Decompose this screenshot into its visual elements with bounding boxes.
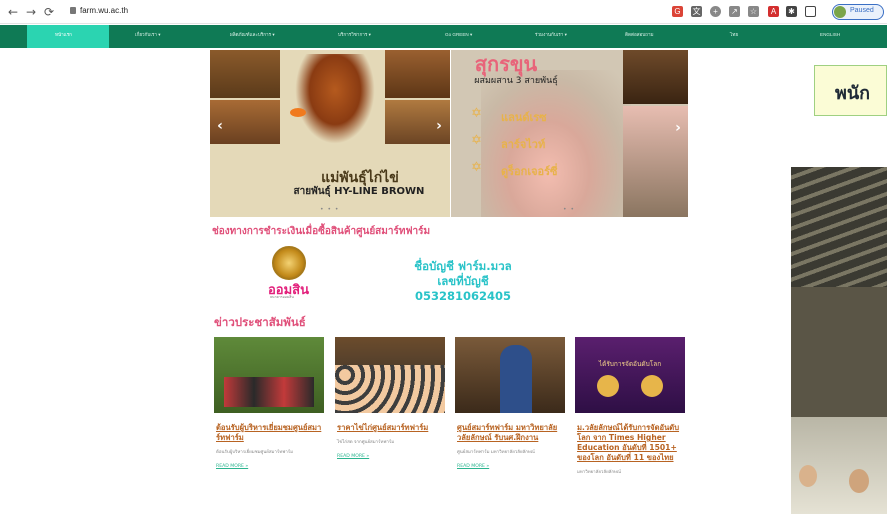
slide-subtitle: สายพันธุ์ HY-LINE BROWN	[293, 186, 425, 197]
menu-item-thai[interactable]: ไทย	[730, 32, 738, 39]
profile-button[interactable]: Paused	[832, 4, 884, 20]
news-desc: ศูนย์สมาร์ทฟาร์ม มหาวิทยาลัยวลัยลักษณ์	[457, 450, 535, 455]
reload-icon[interactable]: ⟳	[42, 5, 56, 19]
slider-pigs: สุกรขุน ผสมผสาน 3 สายพันธุ์ แลนด์เรซ ลาร…	[451, 50, 688, 217]
menu-item-gogreen[interactable]: Go GREEN ▾	[445, 32, 472, 38]
news-image[interactable]	[335, 337, 445, 413]
side-heading: พนัก	[835, 83, 871, 104]
news-heading: ข่าวประชาสัมพันธ์	[214, 315, 306, 329]
forward-arrow-icon[interactable]: →	[24, 5, 38, 19]
read-more-link[interactable]: READ MORE »	[214, 464, 324, 469]
pig-photo	[623, 50, 688, 104]
menu-item-products[interactable]: ผลิตภัณฑ์และบริการ ▾	[230, 32, 275, 39]
extensions-icon[interactable]: ✱	[786, 6, 797, 17]
account-name: ชื่อบัญชี ฟาร์ม.มวล	[414, 259, 512, 273]
people-group	[224, 377, 314, 407]
news-title[interactable]: ต้อนรับผู้บริหารเยี่ยมชมศูนย์สมาร์ทฟาร์ม	[214, 423, 324, 443]
side-panel-icon[interactable]	[805, 6, 816, 17]
breed-label: แลนด์เรซ	[501, 111, 547, 124]
slider-dots[interactable]: • •	[563, 206, 575, 213]
zoom-icon[interactable]: +	[710, 6, 721, 17]
news-card[interactable]: ต้อนรับผู้บริหารเยี่ยมชมศูนย์สมาร์ทฟาร์ม…	[214, 337, 324, 469]
profile-status: Paused	[850, 7, 874, 14]
person-head	[799, 465, 817, 487]
slider-dots[interactable]: • • •	[320, 206, 339, 213]
news-card[interactable]: ราคาไข่ไก่ศูนย์สมาร์ทฟาร์ม ไข่ไก่สด จากศ…	[335, 337, 445, 459]
egg-trays	[335, 365, 445, 413]
pdf-extension-icon[interactable]: A	[768, 6, 779, 17]
slider-next-button[interactable]: ›	[671, 120, 685, 136]
news-desc: ไข่ไก่สด จากศูนย์สมาร์ทฟาร์ม	[337, 440, 395, 445]
slider-next-button[interactable]: ›	[432, 118, 446, 134]
banner-text: ได้รับการจัดอันดับโลก	[598, 360, 662, 368]
egg-image	[290, 108, 306, 117]
breed-label: ดูร็อกเจอร์ซี่	[501, 165, 558, 178]
read-more-link[interactable]: READ MORE »	[335, 454, 445, 459]
menu-item-about[interactable]: เกี่ยวกับเรา ▾	[135, 32, 161, 39]
address-bar[interactable]: farm.wu.ac.th	[80, 6, 128, 15]
news-card[interactable]: ได้รับการจัดอันดับโลก ม.วลัยลักษณ์ได้รับ…	[575, 337, 685, 476]
hen-photo	[210, 50, 280, 98]
news-image[interactable]: ได้รับการจัดอันดับโลก	[575, 337, 685, 413]
share-icon[interactable]: ↗	[729, 6, 740, 17]
slider-prev-button[interactable]: ‹	[213, 118, 227, 134]
star-icon: ✡	[471, 106, 482, 121]
menu-item-careers[interactable]: ร่วมงานกับเรา ▾	[535, 32, 567, 39]
avatar	[834, 6, 846, 18]
star-icon: ✡	[471, 160, 482, 175]
menu-item-contact[interactable]: ติดต่อสอบถาม	[625, 32, 654, 39]
person-head	[849, 469, 869, 493]
roof-structure	[791, 167, 887, 287]
browser-toolbar: ← → ⟳ farm.wu.ac.th G 文 + ↗ ☆ A ✱ Paused	[0, 0, 887, 24]
slide-subtitle: ผสมผสาน 3 สายพันธุ์	[474, 76, 558, 86]
news-title[interactable]: ม.วลัยลักษณ์ได้รับการจัดอันดับโลก จาก Ti…	[575, 423, 685, 463]
worker-figure	[500, 345, 532, 413]
account-number: เลขที่บัญชี 053281062405	[414, 274, 512, 303]
hen-photo	[385, 50, 450, 98]
account-info: ชื่อบัญชี ฟาร์ม.มวล เลขที่บัญชี 05328106…	[388, 259, 538, 304]
news-title[interactable]: ราคาไข่ไก่ศูนย์สมาร์ทฟาร์ม	[335, 423, 445, 433]
side-photo	[791, 167, 887, 514]
news-desc: ต้อนรับผู้บริหารเยี่ยมชมศูนย์สมาร์ทฟาร์ม	[216, 450, 293, 455]
gsb-logo	[272, 246, 306, 280]
hen-photo	[295, 54, 375, 144]
translate-icon[interactable]: 文	[691, 6, 702, 17]
menu-item-services[interactable]: บริการวิชาการ ▾	[338, 32, 371, 39]
bank-subname: ธนาคารออมสิน	[270, 295, 294, 299]
news-image[interactable]	[214, 337, 324, 413]
news-image[interactable]	[455, 337, 565, 413]
lock-icon[interactable]	[70, 7, 76, 14]
slider-hens: ‹ › แม่พันธุ์ไก่ไข่ สายพันธุ์ HY-LINE BR…	[210, 50, 450, 217]
news-desc: มหาวิทยาลัยวลัยลักษณ์	[577, 470, 621, 475]
breed-label: ลาร์จไวท์	[501, 138, 546, 151]
news-card[interactable]: ศูนย์สมาร์ทฟาร์ม มหาวิทยาลัยวลัยลักษณ์ ร…	[455, 337, 565, 469]
back-arrow-icon[interactable]: ←	[6, 5, 20, 19]
rank-badge	[641, 375, 663, 397]
read-more-link[interactable]: READ MORE »	[455, 464, 565, 469]
rank-badge	[597, 375, 619, 397]
news-title[interactable]: ศูนย์สมาร์ทฟาร์ม มหาวิทยาลัยวลัยลักษณ์ ร…	[455, 423, 565, 443]
google-icon[interactable]: G	[672, 6, 683, 17]
menu-item-home[interactable]: หน้าแรก	[55, 32, 72, 39]
side-heading-box: พนัก	[814, 65, 887, 116]
star-icon: ✡	[471, 133, 482, 148]
star-icon[interactable]: ☆	[748, 6, 759, 17]
menu-item-english[interactable]: ENGLISH	[820, 32, 840, 37]
main-menu: หน้าแรก เกี่ยวกับเรา ▾ ผลิตภัณฑ์และบริกา…	[0, 25, 887, 48]
payment-heading: ช่องทางการชำระเงินเมื่อซื้อสินค้าศูนย์สม…	[212, 226, 431, 237]
